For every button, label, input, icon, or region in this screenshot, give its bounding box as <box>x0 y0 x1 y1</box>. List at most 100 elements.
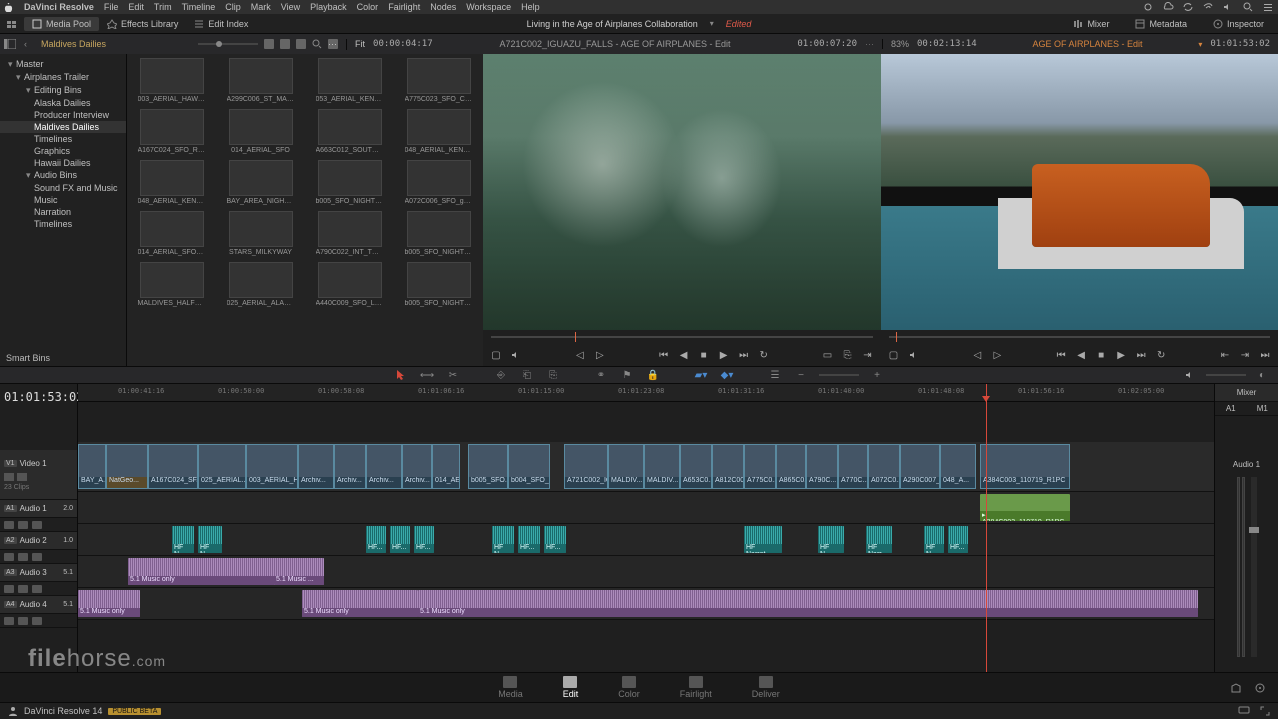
audio-clip[interactable]: HF N... <box>198 526 222 553</box>
video-clip[interactable]: A812C00... <box>712 444 744 489</box>
mute-icon[interactable] <box>4 521 14 529</box>
inspector-toggle[interactable]: Inspector <box>1205 17 1272 31</box>
bin-airplanes-trailer[interactable]: ▾Airplanes Trailer <box>0 71 126 84</box>
bin-producer-interview[interactable]: Producer Interview <box>0 109 126 121</box>
menu-file[interactable]: File <box>104 2 119 12</box>
audio-clip[interactable]: HF Narrat... <box>744 526 782 553</box>
clip-thumb[interactable]: 014_AERIAL_SFO <box>220 109 301 154</box>
options-icon[interactable]: ⋯ <box>328 39 338 49</box>
source-scrubber[interactable] <box>483 330 881 344</box>
page-tab-media[interactable]: Media <box>498 676 523 699</box>
grid-view-icon[interactable] <box>280 39 290 49</box>
timeline-ruler[interactable]: 01:00:41:1601:00:50:0001:00:58:0801:01:0… <box>78 384 1214 402</box>
clip-thumb[interactable]: A440C009_SFO_LUFT_S... <box>309 262 390 307</box>
match-frame-icon[interactable]: ▢ <box>489 348 503 362</box>
bin-maldives-dailies[interactable]: Maldives Dailies <box>0 121 126 133</box>
track-header-a4[interactable]: A4Audio 45.1 <box>0 596 77 614</box>
marker-icon[interactable]: ◆▾ <box>719 368 735 382</box>
bin-master[interactable]: ▾Master <box>0 58 126 71</box>
video-clip[interactable]: 014_AERIAL... <box>432 444 460 489</box>
audio-clip[interactable]: HF... <box>366 526 386 553</box>
chevron-down-icon[interactable]: ▾ <box>710 19 714 28</box>
clip-thumb[interactable]: A775C023_SFO_CHINA... <box>398 58 479 103</box>
bin-timelines[interactable]: Timelines <box>0 218 126 230</box>
timeline-name[interactable]: AGE OF AIRPLANES - Edit <box>985 39 1191 49</box>
fit-dropdown[interactable]: Fit <box>355 39 365 49</box>
match-frame-icon[interactable]: ▢ <box>887 348 901 362</box>
zoom-pct[interactable]: 83% <box>891 39 909 49</box>
audio-track-2[interactable]: HF N...HF N...HF...HF...HF...HF N...HF..… <box>78 524 1214 556</box>
video-clip[interactable]: A721C002_IG... <box>564 444 608 489</box>
insert-clip-icon[interactable]: ⎆ <box>493 368 509 382</box>
clip-thumb[interactable]: 014_AERIAL_SFO_02 <box>131 211 212 256</box>
mute-icon[interactable] <box>4 553 14 561</box>
stop-icon[interactable]: ■ <box>697 348 711 362</box>
video-clip[interactable]: Archiv... <box>298 444 334 489</box>
metadata-toggle[interactable]: Metadata <box>1127 17 1195 31</box>
video-clip[interactable]: b004_SFO_NI... <box>508 444 550 489</box>
arm-icon[interactable] <box>32 617 42 625</box>
audio-clip[interactable]: HF... <box>518 526 540 553</box>
video-clip[interactable]: BAY_A... <box>78 444 106 489</box>
wifi-icon[interactable] <box>1202 1 1214 13</box>
solo-icon[interactable] <box>18 617 28 625</box>
clip-thumb[interactable]: b005_SFO_NIGHT_LIGH... <box>398 262 479 307</box>
lock-icon[interactable]: 🔒 <box>645 368 661 382</box>
media-pool-toggle[interactable]: Media Pool <box>24 17 99 31</box>
sidebar-icon[interactable] <box>0 39 20 49</box>
menu-davinci-resolve[interactable]: DaVinci Resolve <box>24 2 94 12</box>
bin-hawaii-dailies[interactable]: Hawaii Dailies <box>0 157 126 169</box>
chevron-down-icon[interactable]: ▾ <box>1198 40 1202 49</box>
arm-icon[interactable] <box>32 553 42 561</box>
track-header-a3[interactable]: A3Audio 35.1 <box>0 564 77 582</box>
video-clip[interactable]: 003_AERIAL_HA... <box>246 444 298 489</box>
video-clip[interactable]: A072C0... <box>868 444 900 489</box>
clip-thumb[interactable]: 048_AERIAL_KENYA_07... <box>131 160 212 205</box>
clip-thumb[interactable]: A663C012_SOUTH_POL... <box>309 109 390 154</box>
page-tab-edit[interactable]: Edit <box>563 676 579 699</box>
page-tab-fairlight[interactable]: Fairlight <box>680 676 712 699</box>
video-track-1[interactable]: BAY_A...NatGeo...A167C024_SF...025_AERIA… <box>78 442 1214 492</box>
audio-track-1[interactable]: ▸ A384C003_110719_R1PC <box>78 492 1214 524</box>
arm-icon[interactable] <box>32 585 42 593</box>
mark-out-icon[interactable]: ▷ <box>593 348 607 362</box>
clip-thumb[interactable]: STARS_MILKYWAY <box>220 211 301 256</box>
options-icon[interactable]: ⋯ <box>865 39 874 50</box>
track-header-a2[interactable]: A2Audio 21.0 <box>0 532 77 550</box>
sync-icon[interactable] <box>1182 1 1194 13</box>
step-fwd-icon[interactable]: ⏭ <box>1134 348 1148 362</box>
audio-clip[interactable]: HF Narr... <box>866 526 892 553</box>
timeline-body[interactable]: 01:00:41:1601:00:50:0001:00:58:0801:01:0… <box>78 384 1214 672</box>
clip-thumb[interactable]: A790C022_INT_TERMIN... <box>309 211 390 256</box>
zoom-in-icon[interactable]: + <box>869 368 885 382</box>
video-clip[interactable]: A290C007_ST... <box>900 444 940 489</box>
loop-icon[interactable]: ↻ <box>757 348 771 362</box>
video-clip[interactable]: MALDIV... <box>608 444 644 489</box>
clip-thumb[interactable]: MALDIVES_HALF_IN_HA... <box>131 262 212 307</box>
link-icon[interactable]: ⚭ <box>593 368 609 382</box>
bin-alaska-dailies[interactable]: Alaska Dailies <box>0 97 126 109</box>
menu-fairlight[interactable]: Fairlight <box>388 2 420 12</box>
bin-sound-fx-and-music[interactable]: Sound FX and Music <box>0 182 126 194</box>
video-clip[interactable]: Archiv... <box>402 444 432 489</box>
trim-tool[interactable]: ⟷ <box>419 368 435 382</box>
bin-editing-bins[interactable]: ▾Editing Bins <box>0 84 126 97</box>
mute-icon[interactable] <box>4 617 14 625</box>
sort-icon[interactable] <box>264 39 274 49</box>
video-clip[interactable]: A384C003_110719_R1PC <box>980 444 1070 489</box>
video-clip[interactable]: A865C0... <box>776 444 806 489</box>
audio-track-4[interactable]: 5.1 Music only5.1 Music only5.1 Music on… <box>78 588 1214 620</box>
audio-clip[interactable]: HF N... <box>818 526 844 553</box>
loop-icon[interactable]: ↻ <box>1154 348 1168 362</box>
menu-view[interactable]: View <box>281 2 300 12</box>
mark-in-icon[interactable]: ◁ <box>573 348 587 362</box>
project-settings-icon[interactable] <box>1254 682 1266 694</box>
clip-thumb[interactable]: 003_AERIAL_HAWAII_D... <box>131 58 212 103</box>
audio-clip[interactable]: HF... <box>544 526 566 553</box>
source-viewer[interactable] <box>483 54 881 330</box>
audio-clip[interactable]: 5.1 Music ... <box>274 558 324 585</box>
clip-thumb[interactable]: 053_AERIAL_KENYA_YE... <box>309 58 390 103</box>
menu-color[interactable]: Color <box>357 2 379 12</box>
replace-clip-icon[interactable]: ⎘ <box>545 368 561 382</box>
spotlight-icon[interactable] <box>1242 1 1254 13</box>
